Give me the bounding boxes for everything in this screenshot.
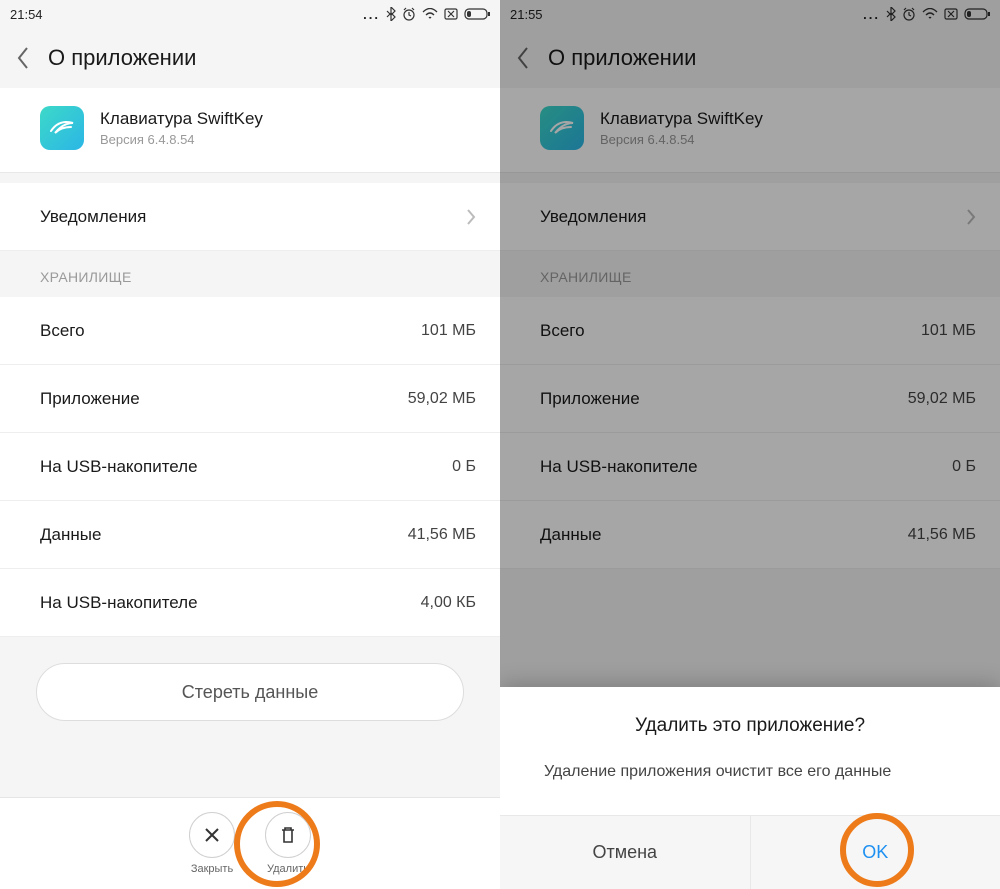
row-value: 41,56 МБ xyxy=(908,526,976,544)
alarm-icon xyxy=(902,7,916,21)
app-name: Клавиатура SwiftKey xyxy=(100,109,263,129)
row-value: 59,02 МБ xyxy=(908,390,976,408)
more-icon: ... xyxy=(363,7,380,22)
clear-data-button[interactable]: Стереть данные xyxy=(36,663,464,721)
ok-button[interactable]: OK xyxy=(751,816,1000,889)
row-usb2: На USB-накопителе 4,00 КБ xyxy=(0,569,500,637)
row-notifications[interactable]: Уведомления xyxy=(500,183,1000,251)
row-label: Данные xyxy=(40,525,101,545)
action-bar: Закрыть Удалить xyxy=(0,797,500,889)
row-label: Данные xyxy=(540,525,601,545)
nosim-icon xyxy=(444,8,458,20)
close-button[interactable]: Закрыть xyxy=(189,812,235,875)
row-app: Приложение 59,02 МБ xyxy=(500,365,1000,433)
row-label: На USB-накопителе xyxy=(540,457,698,477)
phone-left: 21:54 ... О приложении Клавиатура SwiftK… xyxy=(0,0,500,889)
row-usb1: На USB-накопителе 0 Б xyxy=(500,433,1000,501)
cancel-button[interactable]: Отмена xyxy=(500,816,751,889)
delete-label: Удалить xyxy=(267,863,309,875)
status-bar: 21:54 ... xyxy=(0,0,500,28)
row-value: 41,56 МБ xyxy=(408,526,476,544)
page-title: О приложении xyxy=(48,45,196,71)
app-name: Клавиатура SwiftKey xyxy=(600,109,763,129)
row-label: На USB-накопителе xyxy=(40,593,198,613)
row-data: Данные 41,56 МБ xyxy=(500,501,1000,569)
status-bar: 21:55 ... xyxy=(500,0,1000,28)
row-app: Приложение 59,02 МБ xyxy=(0,365,500,433)
row-label: На USB-накопителе xyxy=(40,457,198,477)
alarm-icon xyxy=(402,7,416,21)
row-label: Приложение xyxy=(540,389,640,409)
back-icon[interactable] xyxy=(16,46,30,70)
section-storage: ХРАНИЛИЩЕ xyxy=(500,251,1000,297)
row-data: Данные 41,56 МБ xyxy=(0,501,500,569)
wifi-icon xyxy=(922,8,938,20)
phone-right: 21:55 ... О приложении Клавиатура SwiftK… xyxy=(500,0,1000,889)
row-usb1: На USB-накопителе 0 Б xyxy=(0,433,500,501)
clock: 21:54 xyxy=(10,7,43,22)
confirm-dialog: Удалить это приложение? Удаление приложе… xyxy=(500,687,1000,889)
app-info-block: Клавиатура SwiftKey Версия 6.4.8.54 xyxy=(500,88,1000,173)
row-value: 4,00 КБ xyxy=(421,594,476,612)
clock: 21:55 xyxy=(510,7,543,22)
page-title: О приложении xyxy=(548,45,696,71)
chevron-right-icon xyxy=(466,208,476,226)
app-info-block: Клавиатура SwiftKey Версия 6.4.8.54 xyxy=(0,88,500,173)
row-label: Приложение xyxy=(40,389,140,409)
dialog-title: Удалить это приложение? xyxy=(500,687,1000,753)
row-value: 101 МБ xyxy=(421,322,476,340)
close-label: Закрыть xyxy=(191,863,233,875)
row-label: Уведомления xyxy=(540,207,646,227)
wifi-icon xyxy=(422,8,438,20)
close-icon xyxy=(203,826,221,844)
row-notifications[interactable]: Уведомления xyxy=(0,183,500,251)
back-icon[interactable] xyxy=(516,46,530,70)
row-value: 59,02 МБ xyxy=(408,390,476,408)
chevron-right-icon xyxy=(966,208,976,226)
row-label: Уведомления xyxy=(40,207,146,227)
header: О приложении xyxy=(500,28,1000,88)
row-value: 101 МБ xyxy=(921,322,976,340)
row-value: 0 Б xyxy=(452,458,476,476)
bluetooth-icon xyxy=(386,7,396,21)
trash-icon xyxy=(279,825,297,845)
row-label: Всего xyxy=(40,321,85,341)
battery-icon xyxy=(964,8,990,20)
app-icon xyxy=(40,106,84,150)
delete-button[interactable]: Удалить xyxy=(265,812,311,875)
row-value: 0 Б xyxy=(952,458,976,476)
app-version: Версия 6.4.8.54 xyxy=(600,132,763,147)
row-total: Всего 101 МБ xyxy=(0,297,500,365)
battery-icon xyxy=(464,8,490,20)
dialog-message: Удаление приложения очистит все его данн… xyxy=(500,753,1000,815)
row-label: Всего xyxy=(540,321,585,341)
header: О приложении xyxy=(0,28,500,88)
more-icon: ... xyxy=(863,7,880,22)
nosim-icon xyxy=(944,8,958,20)
row-total: Всего 101 МБ xyxy=(500,297,1000,365)
bluetooth-icon xyxy=(886,7,896,21)
section-storage: ХРАНИЛИЩЕ xyxy=(0,251,500,297)
app-icon xyxy=(540,106,584,150)
app-version: Версия 6.4.8.54 xyxy=(100,132,263,147)
